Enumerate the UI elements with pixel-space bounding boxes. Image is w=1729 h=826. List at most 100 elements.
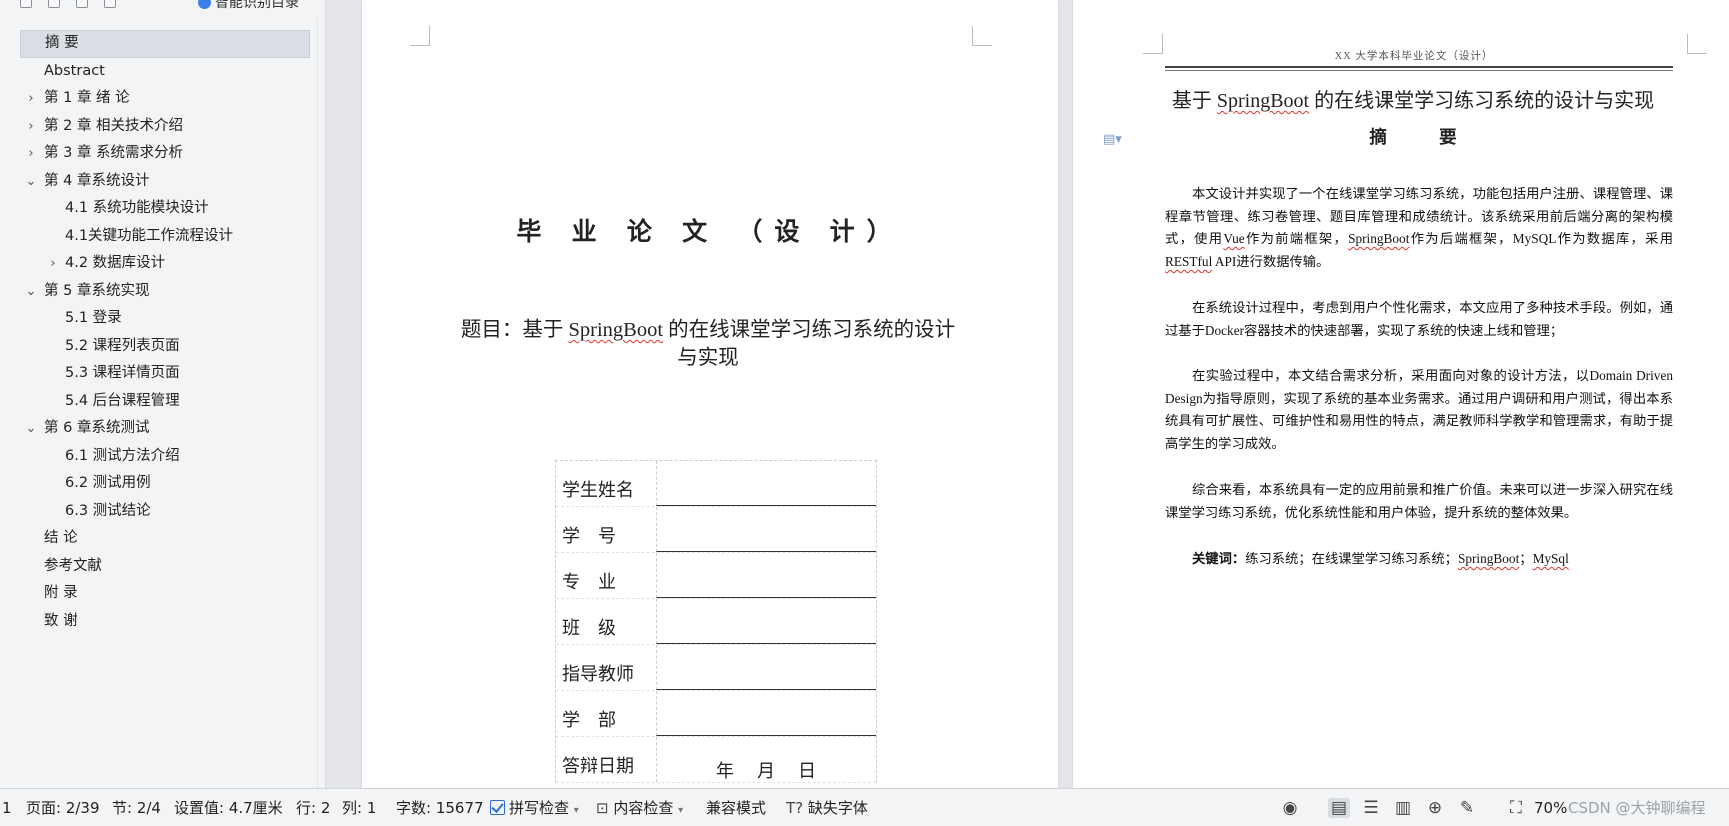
cover-page: 毕 业 论 文 （设 计） 题目：基于 SpringBoot 的在线课堂学习练习… xyxy=(362,0,1058,788)
abstract-paragraph-2: 在系统设计过程中，考虑到用户个性化需求，本文应用了多种技术手段。例如，通过基于D… xyxy=(1165,300,1673,338)
info-value[interactable] xyxy=(656,691,876,736)
toc-item-label: 6.3 测试结论 xyxy=(65,502,151,519)
toc-item-label: 摘 要 xyxy=(45,35,79,51)
info-row: 学生姓名 xyxy=(556,461,876,507)
toc-item-label: 5.1 登录 xyxy=(65,310,122,326)
keywords-text: 练习系统；在线课堂学习练习系统； xyxy=(1245,551,1458,566)
reading-view-icon[interactable]: ▥ xyxy=(1392,798,1414,818)
toc-item[interactable]: 5.4 后台课程管理 xyxy=(20,388,310,416)
title-prefix: 基于 xyxy=(1171,90,1217,112)
compat-mode-button[interactable]: 兼容模式 xyxy=(706,789,766,826)
toc-item[interactable]: 6.1 测试方法介绍 xyxy=(20,443,310,471)
eye-protection-icon[interactable]: ◉ xyxy=(1279,798,1301,818)
chevron-icon[interactable]: ⌄ xyxy=(24,278,38,306)
student-info-table: 学生姓名学 号专 业班 级指导教师学 部答辩日期 年 月 日 xyxy=(555,460,877,783)
toc-item[interactable]: 5.3 课程详情页面 xyxy=(20,360,310,388)
info-value[interactable] xyxy=(656,461,876,506)
add-heading-icon[interactable] xyxy=(76,0,88,8)
fit-page-icon[interactable]: ⛶ xyxy=(1505,798,1527,818)
spellcheck-label: 拼写检查 xyxy=(509,799,570,817)
spellcheck-button[interactable]: 拼写检查 ▾ xyxy=(490,789,579,826)
toc-item[interactable]: ⌄ 第 4 章系统设计 xyxy=(20,168,310,196)
web-view-icon[interactable]: ⊕ xyxy=(1424,798,1446,818)
chevron-icon[interactable]: › xyxy=(24,113,38,141)
toc-item[interactable]: 6.3 测试结论 xyxy=(20,498,310,526)
toc-item-label: 4.1关键功能工作流程设计 xyxy=(65,227,234,244)
toc-item-label: 5.3 课程详情页面 xyxy=(65,365,180,381)
contentcheck-button[interactable]: ⊡ 内容检查 ▾ xyxy=(596,789,683,826)
info-row: 学 部 xyxy=(556,691,876,737)
status-row: 行: 2 xyxy=(296,799,331,817)
toc-item-label: 6.1 测试方法介绍 xyxy=(65,447,180,464)
page-view-icon[interactable]: ▤ xyxy=(1328,798,1350,818)
remove-heading-icon[interactable] xyxy=(104,0,116,8)
chevron-icon[interactable]: ⌄ xyxy=(24,168,38,196)
para1-springboot: SpringBoot xyxy=(1348,231,1410,247)
info-label: 学 号 xyxy=(562,526,616,546)
toc-item[interactable]: 6.2 测试用例 xyxy=(20,470,310,498)
spellcheck-icon xyxy=(490,800,505,815)
toc-item[interactable]: 参考文献 xyxy=(20,553,310,581)
chevron-icon[interactable]: ⌄ xyxy=(24,415,38,443)
pen-icon[interactable]: ✎ xyxy=(1456,798,1478,818)
contentcheck-label: 内容检查 xyxy=(613,799,674,817)
expand-all-icon[interactable] xyxy=(20,0,32,8)
status-page[interactable]: 页面: 2/39 xyxy=(26,789,100,826)
paper-title: 基于 SpringBoot 的在线课堂学习练习系统的设计与实现 xyxy=(1153,84,1673,113)
zoom-level[interactable]: 70% xyxy=(1534,789,1567,826)
chevron-icon[interactable]: › xyxy=(24,85,38,113)
info-value[interactable] xyxy=(656,645,876,690)
chevron-icon[interactable]: › xyxy=(24,140,38,168)
toc-item[interactable]: › 第 3 章 系统需求分析 xyxy=(20,140,310,168)
toc-item-label: 第 1 章 绪 论 xyxy=(44,90,130,106)
chevron-icon[interactable]: › xyxy=(46,250,60,278)
para1-text-b: 作为前端框架， xyxy=(1244,231,1349,247)
toc-item-label: 参考文献 xyxy=(44,557,102,574)
paste-options-icon[interactable]: ▤▾ xyxy=(1103,132,1122,147)
toc-item[interactable]: Abstract xyxy=(20,58,310,86)
title-rest: 的在线课堂学习练习系统的设计与实现 xyxy=(1309,90,1655,112)
status-wordcount[interactable]: 字数: 15677 xyxy=(396,789,484,826)
info-row: 专 业 xyxy=(556,553,876,599)
smart-toc-button[interactable]: 智能识别目录 xyxy=(198,0,299,11)
document-area[interactable]: 毕 业 论 文 （设 计） 题目：基于 SpringBoot 的在线课堂学习练习… xyxy=(326,0,1729,788)
outline-view-icon[interactable]: ☰ xyxy=(1360,798,1382,818)
toc-item[interactable]: 5.1 登录 xyxy=(20,305,310,333)
toc-item[interactable]: › 第 1 章 绪 论 xyxy=(20,85,310,113)
status-setting: 设置值: 4.7厘米 xyxy=(174,799,283,817)
toc-item[interactable]: 摘 要 xyxy=(20,30,310,58)
toc-item-label: 5.4 后台课程管理 xyxy=(65,392,180,409)
smart-toc-icon xyxy=(198,0,211,9)
info-value[interactable] xyxy=(656,599,876,644)
info-label: 专 业 xyxy=(562,572,616,592)
info-value[interactable]: 年 月 日 xyxy=(656,737,876,782)
toc-item[interactable]: › 第 2 章 相关技术介绍 xyxy=(20,113,310,141)
toc-item[interactable]: 5.2 课程列表页面 xyxy=(20,333,310,361)
info-value[interactable] xyxy=(656,553,876,598)
missing-font-button[interactable]: T? 缺失字体 xyxy=(786,789,868,826)
margin-mark xyxy=(1143,34,1163,54)
status-col: 列: 1 xyxy=(342,799,377,817)
watermark: CSDN @大钟聊编程 xyxy=(1568,799,1706,817)
info-value[interactable] xyxy=(656,507,876,552)
page-header: XX 大学本科毕业论文（设计） xyxy=(1334,51,1494,62)
toc-item[interactable]: › 4.2 数据库设计 xyxy=(20,250,310,278)
toc-item[interactable]: 致 谢 xyxy=(20,608,310,636)
toc-item-label: 6.2 测试用例 xyxy=(65,475,151,491)
abstract-paragraph-1: 本文设计并实现了一个在线课堂学习练习系统，功能包括用户注册、课程管理、课程章节管… xyxy=(1165,183,1673,273)
toc-item[interactable]: ⌄ 第 6 章系统测试 xyxy=(20,415,310,443)
para1-text-d: API进行数据传输。 xyxy=(1212,253,1330,269)
toc-item[interactable]: 结 论 xyxy=(20,525,310,553)
toc-item[interactable]: 附 录 xyxy=(20,580,310,608)
missing-font-icon: T? xyxy=(786,799,804,817)
toc-item[interactable]: 4.1 系统功能模块设计 xyxy=(20,195,310,223)
toc-item[interactable]: 4.1关键功能工作流程设计 xyxy=(20,223,310,251)
collapse-all-icon[interactable] xyxy=(48,0,60,8)
info-label: 学 部 xyxy=(562,710,616,730)
keyword-mysql: MySql xyxy=(1532,551,1569,566)
toc-item[interactable]: ⌄ 第 5 章系统实现 xyxy=(20,278,310,306)
toc-item-label: 第 5 章系统实现 xyxy=(44,282,150,299)
status-section: 节: 2/4 xyxy=(112,799,161,817)
info-label: 答辩日期 xyxy=(562,756,634,776)
status-page-index: 1 xyxy=(2,799,12,817)
